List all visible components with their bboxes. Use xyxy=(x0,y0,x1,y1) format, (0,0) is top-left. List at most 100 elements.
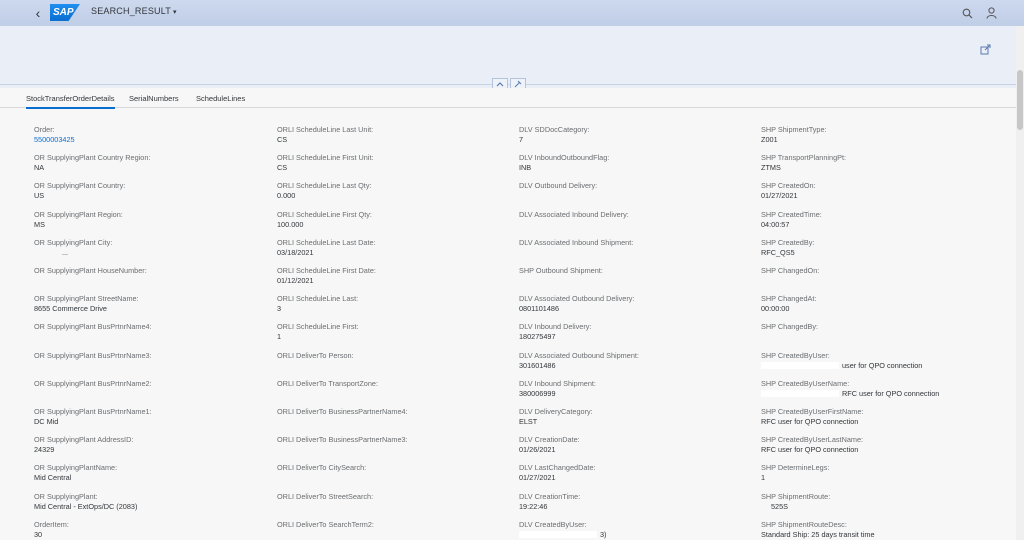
field-label: ORLI DeliverTo SearchTerm2: xyxy=(277,519,374,529)
form-field: SHP CreatedByUserName: RFC user for QPO c… xyxy=(761,379,939,399)
field-value: US xyxy=(34,191,45,201)
field-value: 01/12/2021 xyxy=(277,276,314,285)
form-field: OR SupplyingPlant Country Region: NA xyxy=(34,153,150,173)
redacted-block xyxy=(761,362,839,370)
form-field: ORLI ScheduleLine Last Date: 03/18/2021 xyxy=(277,238,376,258)
field-value: 3 xyxy=(277,304,282,314)
field-label: SHP CreatedTime: xyxy=(761,209,822,219)
share-icon[interactable] xyxy=(980,42,994,56)
field-value: 100.000 xyxy=(277,219,304,229)
field-label: DLV Associated Outbound Delivery: xyxy=(519,294,635,304)
field-label: ORLI DeliverTo TransportZone: xyxy=(277,378,378,388)
form-field: ORLI DeliverTo CitySearch: xyxy=(277,463,366,473)
form-field: OR SupplyingPlant HouseNumber: xyxy=(34,266,147,276)
field-label: SHP ChangedAt: xyxy=(761,294,817,304)
field-value: INB xyxy=(519,163,532,173)
field-value: NA xyxy=(34,163,45,173)
details-section: Order: 5500003425 OR SupplyingPlant Countr… xyxy=(0,109,1016,540)
field-value: 0.000 xyxy=(277,191,296,201)
form-field: ORLI DeliverTo StreetSearch: xyxy=(277,492,373,502)
field-value: RFC_QS5 xyxy=(761,247,795,257)
field-value: 24329 xyxy=(34,445,55,455)
form-field: ORLI ScheduleLine First Unit: CS xyxy=(277,153,374,173)
field-label: ORLI ScheduleLine First: xyxy=(277,322,359,332)
field-label: OR SupplyingPlant Country Region: xyxy=(34,153,151,163)
field-value: 1 xyxy=(761,473,766,483)
form-field: DLV CreatedByUser: 3) xyxy=(519,520,607,540)
sap-logo[interactable]: SAP xyxy=(50,4,80,21)
form-field: ORLI ScheduleLine First Date: 01/12/2021 xyxy=(277,266,376,286)
field-value-text: RFC user for QPO connection xyxy=(842,388,940,398)
field-value: DC Mid xyxy=(34,417,59,426)
search-icon[interactable] xyxy=(960,6,974,20)
form-field: SHP ShipmentRouteDesc: Standard Ship: 25 … xyxy=(761,520,875,540)
form-field: SHP ChangedAt: 00:00:00 xyxy=(761,294,816,314)
field-label: ORLI ScheduleLine First Unit: xyxy=(277,153,374,163)
scrollbar-thumb[interactable] xyxy=(1017,70,1023,130)
form-field: OR SupplyingPlant BusPrtnrName1: DC Mid xyxy=(34,407,152,427)
field-value: RFC user for QPO connection xyxy=(761,445,859,455)
field-value: 380006999 xyxy=(519,388,556,398)
field-label: SHP CreatedOn: xyxy=(761,181,816,191)
form-field: DLV Associated Outbound Shipment: 3016014… xyxy=(519,351,639,371)
field-label: DLV Associated Inbound Shipment: xyxy=(519,237,634,247)
field-label: OR SupplyingPlant AddressID: xyxy=(34,435,134,445)
form-field: ORLI ScheduleLine Last Unit: CS xyxy=(277,125,373,145)
field-label: SHP CreatedBy: xyxy=(761,237,815,247)
field-value: 1 xyxy=(277,332,282,342)
tab-schedule-lines[interactable]: ScheduleLines xyxy=(196,94,245,103)
field-value-text: user for QPO connection xyxy=(842,360,923,370)
field-label: ORLI ScheduleLine Last Qty: xyxy=(277,181,372,191)
share-icon-svg xyxy=(980,44,991,55)
app-title-menu[interactable]: SEARCH_RESULT ▾ xyxy=(91,6,177,16)
field-label: OR SupplyingPlant City: xyxy=(34,237,113,247)
order-link[interactable]: 5500003425 xyxy=(34,135,75,145)
tab-bar: StockTransferOrderDetails SerialNumbers … xyxy=(0,88,1016,109)
field-value: 01/26/2021 xyxy=(519,445,556,455)
field-value: 7 xyxy=(519,135,524,144)
field-value: user for QPO connection xyxy=(761,361,922,371)
redacted-block xyxy=(761,390,839,398)
form-field: OR SupplyingPlant BusPrtnrName4: xyxy=(34,322,152,332)
form-field: SHP ShipmentType: Z001 xyxy=(761,125,827,145)
field-value: 30 xyxy=(34,529,43,539)
field-value: CS xyxy=(277,135,288,144)
form-field: DLV LastChangedDate: 01/27/2021 xyxy=(519,463,596,483)
form-field: SHP ChangedOn: xyxy=(761,266,819,276)
form-field: DLV InboundOutboundFlag: INB xyxy=(519,153,609,173)
field-label: ORLI ScheduleLine Last Unit: xyxy=(277,125,374,134)
form-field: OR SupplyingPlant BusPrtnrName2: xyxy=(34,379,152,389)
form-field: SHP ChangedBy: xyxy=(761,322,818,332)
field-label: SHP CreatedByUser: xyxy=(761,350,830,360)
field-label: ORLI DeliverTo CitySearch: xyxy=(277,463,367,473)
field-value: 0801101486 xyxy=(519,304,560,314)
form-field: OR SupplyingPlant StreetName: 8655 Commer… xyxy=(34,294,139,314)
form-field: ORLI DeliverTo BusinessPartnerName4: xyxy=(277,407,408,417)
form-field: DLV Inbound Shipment: 380006999 xyxy=(519,379,596,399)
field-label: DLV DeliveryCategory: xyxy=(519,407,593,416)
form-field: DLV Outbound Delivery: xyxy=(519,181,597,191)
field-label: OR SupplyingPlant BusPrtnrName4: xyxy=(34,322,152,332)
field-label: OR SupplyingPlant BusPrtnrName1: xyxy=(34,407,152,416)
form-field: ORLI ScheduleLine First: 1 xyxy=(277,322,359,342)
field-label: SHP ShipmentType: xyxy=(761,125,827,134)
pin-icon xyxy=(514,80,522,88)
field-value: 01/27/2021 xyxy=(761,191,798,201)
field-label: DLV SDDocCategory: xyxy=(519,125,590,134)
form-field: DLV Associated Outbound Delivery: 0801101… xyxy=(519,294,634,314)
user-icon[interactable] xyxy=(984,6,998,20)
shell-bar: ‹ SAP SEARCH_RESULT ▾ xyxy=(0,0,1024,26)
form-field: ORLI DeliverTo Person: xyxy=(277,351,354,361)
vertical-scrollbar[interactable] xyxy=(1016,26,1024,540)
tab-stock-transfer-order-details[interactable]: StockTransferOrderDetails xyxy=(26,94,115,109)
field-label: SHP ChangedOn: xyxy=(761,266,820,275)
form-field: DLV CreationTime: 19:22:46 xyxy=(519,492,580,512)
tab-serial-numbers[interactable]: SerialNumbers xyxy=(129,94,179,103)
back-button[interactable]: ‹ xyxy=(30,5,46,21)
field-value: 19:22:46 xyxy=(519,501,548,511)
field-label: OR SupplyingPlant BusPrtnrName2: xyxy=(34,378,152,388)
form-field: Order: 5500003425 xyxy=(34,125,75,145)
form-field: ORLI DeliverTo TransportZone: xyxy=(277,379,378,389)
form-field: DLV CreationDate: 01/26/2021 xyxy=(519,435,580,455)
user-icon-svg xyxy=(986,7,996,19)
